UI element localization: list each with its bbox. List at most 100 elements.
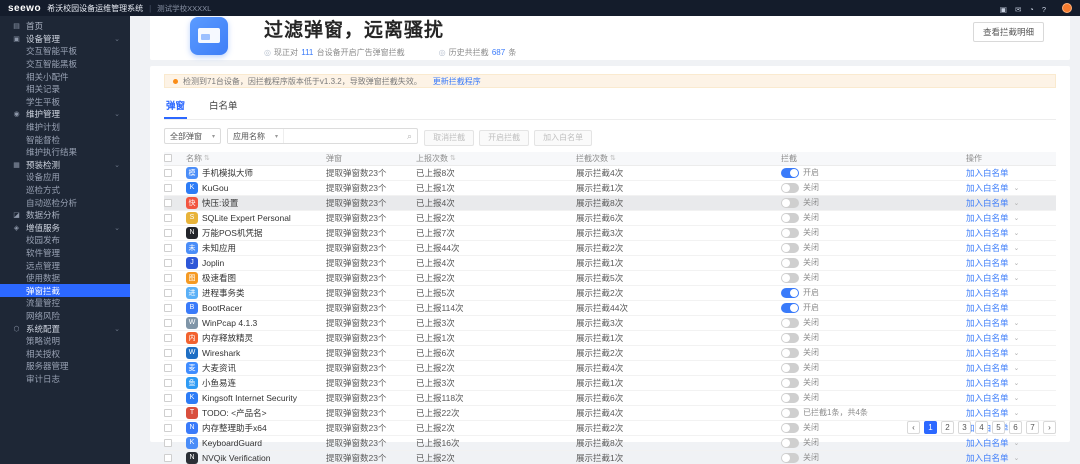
- block-toggle[interactable]: [781, 363, 799, 373]
- chevron-down-icon[interactable]: ⌄: [1014, 229, 1020, 237]
- chevron-down-icon[interactable]: ⌄: [1014, 439, 1020, 447]
- row-checkbox[interactable]: [164, 319, 172, 327]
- sidebar-item-相关授权[interactable]: 相关授权: [0, 347, 130, 360]
- add-whitelist-link[interactable]: 加入白名单: [966, 332, 1009, 344]
- row-checkbox[interactable]: [164, 379, 172, 387]
- add-whitelist-link[interactable]: 加入白名单: [966, 392, 1009, 404]
- sidebar-item-审计日志[interactable]: 审计日志: [0, 373, 130, 386]
- block-toggle[interactable]: [781, 198, 799, 208]
- page-prev-button[interactable]: ‹: [907, 421, 920, 434]
- sidebar-item-设备管理[interactable]: ▣设备管理⌄: [0, 33, 130, 46]
- add-whitelist-link[interactable]: 加入白名单: [966, 227, 1009, 239]
- add-whitelist-link[interactable]: 加入白名单: [966, 242, 1009, 254]
- chevron-down-icon[interactable]: ⌄: [1014, 379, 1020, 387]
- page-button-5[interactable]: 5: [992, 421, 1005, 434]
- row-checkbox[interactable]: [164, 229, 172, 237]
- chevron-down-icon[interactable]: ⌄: [1014, 199, 1020, 207]
- sidebar-item-自动巡检分析[interactable]: 自动巡检分析: [0, 196, 130, 209]
- sidebar-item-相关小配件[interactable]: 相关小配件: [0, 70, 130, 83]
- batch-button-开启拦截[interactable]: 开启拦截: [479, 130, 529, 146]
- block-toggle[interactable]: [781, 168, 799, 178]
- page-button-2[interactable]: 2: [941, 421, 954, 434]
- add-whitelist-link[interactable]: 加入白名单: [966, 452, 1009, 464]
- chevron-down-icon[interactable]: ⌄: [1014, 259, 1020, 267]
- sidebar-item-维护管理[interactable]: ◉维护管理⌄: [0, 108, 130, 121]
- sidebar-item-校园发布[interactable]: 校园发布: [0, 234, 130, 247]
- row-checkbox[interactable]: [164, 214, 172, 222]
- add-whitelist-link[interactable]: 加入白名单: [966, 287, 1009, 299]
- message-icon[interactable]: ✉: [1015, 5, 1021, 14]
- page-button-7[interactable]: 7: [1026, 421, 1039, 434]
- chevron-down-icon[interactable]: ⌄: [1014, 214, 1020, 222]
- sort-icon[interactable]: ⇅: [610, 154, 616, 162]
- sort-icon[interactable]: ⇅: [450, 154, 456, 162]
- row-checkbox[interactable]: [164, 439, 172, 447]
- chevron-down-icon[interactable]: ⌄: [1014, 334, 1020, 342]
- add-whitelist-link[interactable]: 加入白名单: [966, 302, 1009, 314]
- block-toggle[interactable]: [781, 258, 799, 268]
- search-input[interactable]: [284, 132, 402, 141]
- chevron-down-icon[interactable]: ⌄: [1014, 274, 1020, 282]
- row-checkbox[interactable]: [164, 289, 172, 297]
- row-checkbox[interactable]: [164, 184, 172, 192]
- row-checkbox[interactable]: [164, 274, 172, 282]
- popup-type-select[interactable]: 全部弹窗 ▾: [164, 128, 221, 144]
- page-button-6[interactable]: 6: [1009, 421, 1022, 434]
- add-whitelist-link[interactable]: 加入白名单: [966, 197, 1009, 209]
- sidebar-item-首页[interactable]: ▤首页: [0, 20, 130, 33]
- sidebar-item-智能督检[interactable]: 智能督检: [0, 133, 130, 146]
- tab-白名单[interactable]: 白名单: [207, 95, 240, 119]
- block-toggle[interactable]: [781, 318, 799, 328]
- sidebar-item-交互智能平板[interactable]: 交互智能平板: [0, 45, 130, 58]
- sidebar-item-预装检测[interactable]: ▦预装检测⌄: [0, 159, 130, 172]
- row-checkbox[interactable]: [164, 349, 172, 357]
- sidebar-item-交互智能黑板[interactable]: 交互智能黑板: [0, 58, 130, 71]
- page-next-button[interactable]: ›: [1043, 421, 1056, 434]
- add-whitelist-link[interactable]: 加入白名单: [966, 257, 1009, 269]
- sidebar-item-使用数据[interactable]: 使用数据: [0, 272, 130, 285]
- row-checkbox[interactable]: [164, 364, 172, 372]
- add-whitelist-link[interactable]: 加入白名单: [966, 182, 1009, 194]
- block-toggle[interactable]: [781, 393, 799, 403]
- update-program-link[interactable]: 更新拦截程序: [433, 76, 481, 87]
- sidebar-item-巡检方式[interactable]: 巡检方式: [0, 184, 130, 197]
- row-checkbox[interactable]: [164, 424, 172, 432]
- add-whitelist-link[interactable]: 加入白名单: [966, 362, 1009, 374]
- sidebar-item-流量管控[interactable]: 流量管控: [0, 297, 130, 310]
- row-checkbox[interactable]: [164, 454, 172, 462]
- block-toggle[interactable]: [781, 273, 799, 283]
- row-checkbox[interactable]: [164, 169, 172, 177]
- block-toggle[interactable]: [781, 228, 799, 238]
- add-whitelist-link[interactable]: 加入白名单: [966, 212, 1009, 224]
- row-checkbox[interactable]: [164, 334, 172, 342]
- row-checkbox[interactable]: [164, 304, 172, 312]
- block-toggle[interactable]: [781, 213, 799, 223]
- sidebar-item-维护计划[interactable]: 维护计划: [0, 121, 130, 134]
- view-block-detail-button[interactable]: 查看拦截明细: [973, 22, 1044, 42]
- chevron-down-icon[interactable]: ⌄: [1014, 244, 1020, 252]
- sidebar-item-维护执行结果[interactable]: 维护执行结果: [0, 146, 130, 159]
- select-all-checkbox[interactable]: [164, 154, 172, 162]
- block-toggle[interactable]: [781, 453, 799, 463]
- page-button-1[interactable]: 1: [924, 421, 937, 434]
- batch-button-加入白名单[interactable]: 加入白名单: [534, 130, 592, 146]
- monitor-icon[interactable]: ▣: [1000, 5, 1007, 14]
- sidebar-item-策略说明[interactable]: 策略说明: [0, 335, 130, 348]
- block-toggle[interactable]: [781, 183, 799, 193]
- search-icon[interactable]: ⌕: [402, 131, 417, 142]
- batch-button-取消拦截[interactable]: 取消拦截: [424, 130, 474, 146]
- bell-icon[interactable]: ◔: [1029, 5, 1034, 14]
- sidebar-item-学生平板[interactable]: 学生平板: [0, 96, 130, 109]
- chevron-down-icon[interactable]: ⌄: [1014, 349, 1020, 357]
- add-whitelist-link[interactable]: 加入白名单: [966, 377, 1009, 389]
- sidebar-item-数据分析[interactable]: ◪数据分析: [0, 209, 130, 222]
- help-icon[interactable]: ?: [1042, 5, 1046, 14]
- chevron-down-icon[interactable]: ⌄: [1014, 364, 1020, 372]
- add-whitelist-link[interactable]: 加入白名单: [966, 317, 1009, 329]
- sidebar-item-系统配置[interactable]: ⬡系统配置⌄: [0, 322, 130, 335]
- add-whitelist-link[interactable]: 加入白名单: [966, 272, 1009, 284]
- row-checkbox[interactable]: [164, 394, 172, 402]
- sidebar-item-相关记录[interactable]: 相关记录: [0, 83, 130, 96]
- add-whitelist-link[interactable]: 加入白名单: [966, 167, 1009, 179]
- row-checkbox[interactable]: [164, 259, 172, 267]
